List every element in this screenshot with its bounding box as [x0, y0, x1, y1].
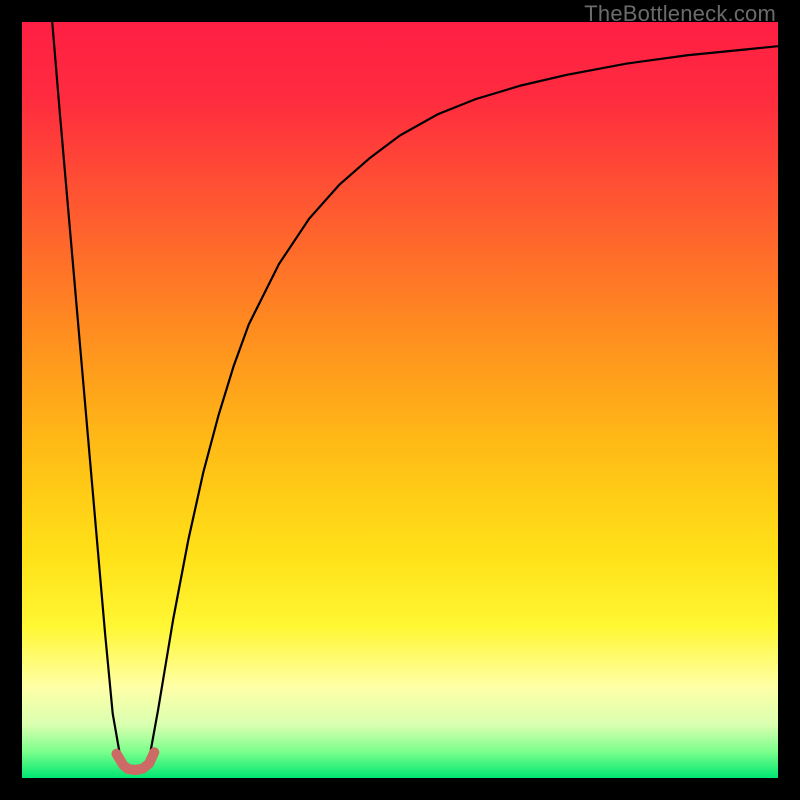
watermark-text: TheBottleneck.com — [584, 1, 776, 27]
chart-svg — [22, 22, 778, 778]
plot-frame — [22, 22, 778, 778]
